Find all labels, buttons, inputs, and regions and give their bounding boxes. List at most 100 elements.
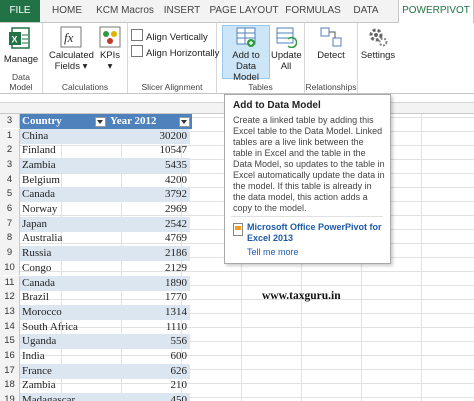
value-cell[interactable]: 1314 (106, 304, 190, 320)
detect-button[interactable]: Detect (313, 26, 349, 61)
group-label-data-model: Data Model (9, 72, 33, 92)
row-header[interactable]: 4 (0, 172, 20, 188)
filter-dropdown-icon[interactable] (179, 117, 190, 127)
tab-formulas[interactable]: FORMULAS (282, 0, 344, 22)
excel-manage-icon: X (9, 27, 30, 49)
country-cell[interactable]: Russia (20, 246, 108, 262)
value-cell[interactable]: 600 (106, 349, 190, 364)
row-header[interactable]: 17 (0, 363, 20, 379)
tab-insert[interactable]: INSERT (158, 0, 206, 22)
align-horizontally-button[interactable]: Align Horizontally (131, 45, 219, 59)
country-cell[interactable]: Norway (20, 202, 108, 217)
tab-kcm-macros[interactable]: KCM Macros (94, 0, 156, 22)
row-header[interactable]: 7 (0, 216, 20, 232)
row-header[interactable]: 12 (0, 290, 20, 305)
value-cell[interactable]: 2969 (106, 202, 190, 217)
settings-button[interactable]: Settings (360, 26, 396, 61)
svg-text:fx: fx (64, 30, 74, 45)
value-cell[interactable]: 1890 (106, 275, 190, 291)
tooltip-body: Create a linked table by adding this Exc… (233, 115, 385, 213)
row-header[interactable]: 13 (0, 304, 20, 320)
add-to-data-model-button[interactable]: Add to Data Model (222, 25, 270, 83)
value-cell[interactable]: 2186 (106, 246, 190, 262)
country-cell[interactable]: Canada (20, 187, 108, 203)
detect-label: Detect (317, 50, 345, 61)
value-cell[interactable]: 4200 (106, 173, 190, 188)
manage-button[interactable]: X Manage (3, 26, 39, 65)
group-label-slicer-alignment: Slicer Alignment (141, 82, 203, 92)
row-header[interactable]: 9 (0, 246, 20, 261)
row-header[interactable]: 3 (0, 157, 20, 173)
kpis-label: KPIs (99, 50, 121, 61)
country-cell[interactable]: South Africa (20, 320, 108, 335)
value-cell[interactable]: 4769 (106, 231, 190, 246)
row-header[interactable]: 15 (0, 334, 20, 349)
row-header[interactable]: 8 (0, 231, 20, 247)
value-cell[interactable]: 1110 (106, 320, 190, 335)
country-cell[interactable]: Belgium (20, 173, 108, 188)
value-cell[interactable]: 10547 (106, 143, 190, 158)
calculated-fields-label: Calculated Fields (49, 50, 94, 72)
tab-powerpivot[interactable]: POWERPIVOT (398, 0, 474, 24)
value-cell[interactable]: 30200 (106, 128, 190, 144)
country-cell[interactable]: Madagascar (20, 393, 108, 401)
country-cell[interactable]: Morocco (20, 304, 108, 320)
value-cell[interactable]: 450 (106, 393, 190, 401)
header-country[interactable]: Country (20, 114, 108, 129)
ribbon-tabs: FILE HOME KCM Macros INSERT PAGE LAYOUT … (0, 0, 474, 24)
country-cell[interactable]: Uganda (20, 334, 108, 350)
country-cell[interactable]: Zambia (20, 378, 108, 393)
group-calculations: fx Calculated Fields ▾ KPIs ▾ Calculation… (43, 23, 128, 93)
calculated-fields-button[interactable]: fx Calculated Fields ▾ (49, 26, 94, 72)
country-cell[interactable]: Congo (20, 261, 108, 276)
tell-me-more-link[interactable]: Tell me more (247, 247, 299, 257)
powerpivot-help-link[interactable]: Microsoft Office PowerPivot for Excel 20… (247, 222, 387, 244)
value-cell[interactable]: 3792 (106, 187, 190, 203)
tab-file[interactable]: FILE (0, 0, 40, 22)
row-header[interactable]: 5 (0, 187, 20, 202)
align-vertically-label: Align Vertically (146, 32, 208, 43)
update-table-icon (276, 27, 297, 48)
group-slicer-alignment: Align Vertically Align Horizontally Slic… (128, 23, 219, 93)
tab-home[interactable]: HOME (42, 0, 92, 22)
country-cell[interactable]: Canada (20, 275, 108, 291)
value-cell[interactable]: 1770 (106, 290, 190, 305)
kpis-button[interactable]: KPIs ▾ (97, 26, 123, 72)
country-cell[interactable]: India (20, 349, 108, 364)
country-cell[interactable]: Brazil (20, 290, 108, 305)
header-year-2012[interactable]: Year 2012 (108, 114, 192, 129)
value-cell[interactable]: 626 (106, 363, 190, 379)
country-cell[interactable]: Zambia (20, 157, 108, 173)
row-header[interactable]: 19 (0, 393, 20, 401)
country-cell[interactable]: France (20, 363, 108, 379)
group-settings: Settings (358, 23, 398, 93)
tooltip-title: Add to Data Model (233, 100, 321, 111)
update-all-button[interactable]: Update All (271, 26, 302, 72)
row-header[interactable]: 11 (0, 275, 20, 291)
align-horizontally-label: Align Horizontally (146, 48, 220, 59)
align-vertically-icon (131, 29, 143, 41)
row-header[interactable]: 16 (0, 349, 20, 364)
row-header[interactable]: 3 (0, 114, 20, 128)
add-to-data-model-label: Add to Data Model (232, 50, 260, 83)
powerpivot-help-icon (233, 223, 243, 236)
row-header[interactable]: 6 (0, 202, 20, 217)
row-header[interactable]: 10 (0, 260, 20, 276)
country-cell[interactable]: Finland (20, 143, 108, 158)
value-cell[interactable]: 2542 (106, 216, 190, 232)
country-cell[interactable]: Japan (20, 216, 108, 232)
align-vertically-button[interactable]: Align Vertically (131, 29, 208, 43)
value-cell[interactable]: 2129 (106, 261, 190, 276)
country-cell[interactable]: China (20, 128, 108, 144)
row-header[interactable]: 18 (0, 378, 20, 394)
tab-data[interactable]: DATA (346, 0, 386, 22)
row-header[interactable]: 14 (0, 319, 20, 335)
value-cell[interactable]: 556 (106, 334, 190, 350)
row-header[interactable]: 2 (0, 143, 20, 158)
value-cell[interactable]: 5435 (106, 157, 190, 173)
tab-page-layout[interactable]: PAGE LAYOUT (208, 0, 280, 22)
country-cell[interactable]: Australia (20, 231, 108, 246)
filter-dropdown-icon[interactable] (95, 117, 106, 127)
value-cell[interactable]: 210 (106, 378, 190, 393)
row-header[interactable]: 1 (0, 128, 20, 144)
